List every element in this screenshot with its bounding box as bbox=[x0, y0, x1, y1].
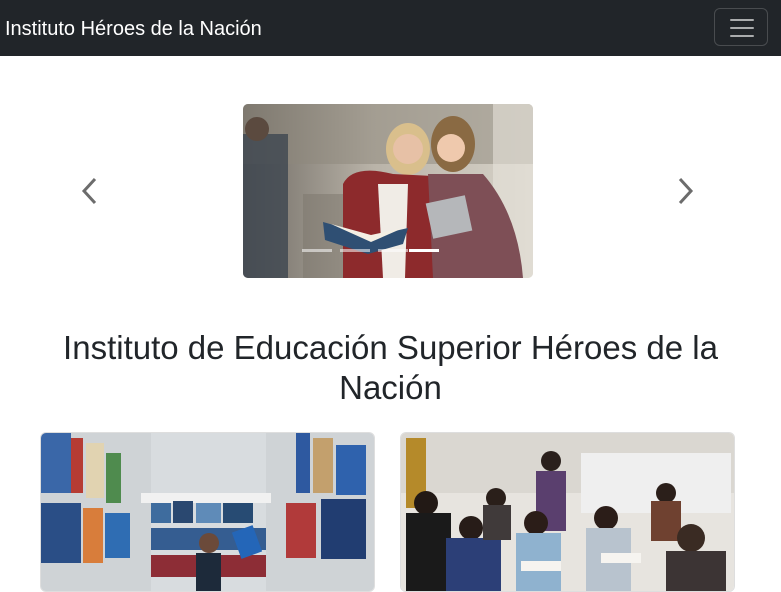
students-in-classroom-image bbox=[401, 433, 734, 591]
carousel-indicator-2[interactable] bbox=[340, 249, 370, 252]
navbar: Instituto Héroes de la Nación bbox=[0, 0, 781, 56]
hamburger-bar bbox=[730, 27, 754, 29]
hamburger-menu-icon bbox=[730, 19, 754, 21]
page-title: Instituto de Educación Superior Héroes d… bbox=[63, 329, 718, 406]
carousel-next-button[interactable] bbox=[670, 171, 700, 211]
hamburger-bar bbox=[730, 35, 754, 37]
chevron-right-icon bbox=[678, 177, 694, 205]
carousel-indicator-1[interactable] bbox=[302, 249, 332, 252]
library-bookshelves-image bbox=[41, 433, 374, 591]
carousel-prev-button[interactable] bbox=[75, 171, 105, 211]
chevron-left-icon bbox=[81, 177, 97, 205]
card-classroom[interactable] bbox=[400, 432, 735, 592]
card-library[interactable] bbox=[40, 432, 375, 592]
carousel-indicator-3[interactable] bbox=[378, 249, 408, 252]
navbar-toggler-button[interactable] bbox=[714, 8, 768, 46]
carousel bbox=[0, 56, 781, 306]
carousel-indicator-4[interactable] bbox=[409, 249, 439, 252]
navbar-brand[interactable]: Instituto Héroes de la Nación bbox=[5, 16, 262, 42]
